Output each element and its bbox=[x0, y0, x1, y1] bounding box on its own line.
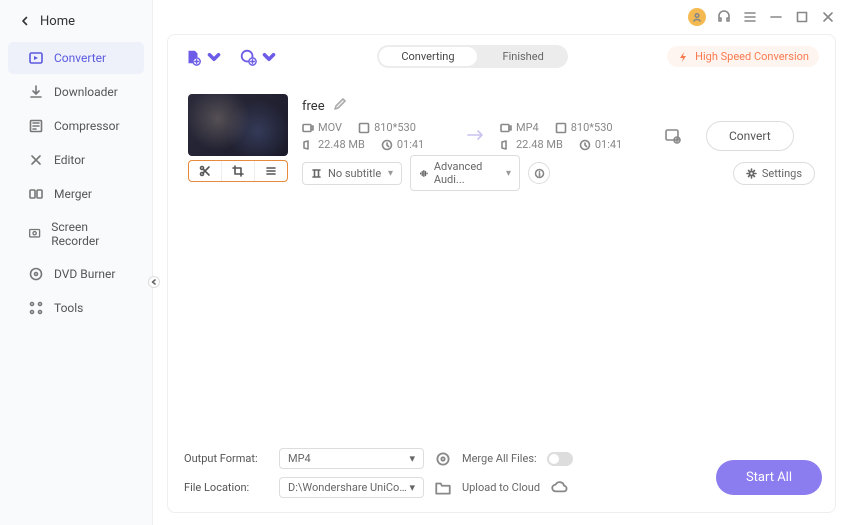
output-settings-icon[interactable] bbox=[664, 127, 682, 145]
user-avatar-icon[interactable] bbox=[688, 8, 706, 26]
downloader-icon bbox=[28, 84, 44, 100]
headset-icon[interactable] bbox=[716, 9, 732, 25]
sidebar-home-label: Home bbox=[40, 14, 75, 29]
sidebar-item-downloader[interactable]: Downloader bbox=[8, 76, 144, 108]
file-location-label: File Location: bbox=[184, 481, 269, 494]
compressor-icon bbox=[28, 118, 44, 134]
settings-button[interactable]: Settings bbox=[733, 162, 815, 185]
start-all-button[interactable]: Start All bbox=[716, 460, 822, 495]
dst-size: 22.48 MB bbox=[516, 138, 563, 151]
audio-select[interactable]: Advanced Audi... ▾ bbox=[410, 155, 520, 191]
card-header: Converting Finished High Speed Conversio… bbox=[168, 35, 835, 78]
crop-button[interactable] bbox=[221, 161, 254, 181]
menu-icon[interactable] bbox=[742, 9, 758, 25]
sidebar-item-label: DVD Burner bbox=[54, 267, 115, 281]
sidebar-item-tools[interactable]: Tools bbox=[8, 292, 144, 324]
tab-converting[interactable]: Converting bbox=[379, 47, 476, 66]
merge-toggle[interactable] bbox=[547, 452, 573, 466]
high-speed-badge[interactable]: High Speed Conversion bbox=[667, 46, 819, 67]
sidebar-home[interactable]: Home bbox=[0, 0, 152, 41]
output-format-label: Output Format: bbox=[184, 452, 269, 465]
open-folder-icon[interactable] bbox=[434, 479, 452, 497]
dvd-burner-icon bbox=[28, 266, 44, 282]
close-icon[interactable] bbox=[820, 9, 836, 25]
sidebar-item-label: Screen Recorder bbox=[51, 220, 124, 248]
sidebar-item-label: Tools bbox=[54, 301, 83, 315]
status-tabs: Converting Finished bbox=[377, 45, 567, 68]
add-file-button[interactable] bbox=[184, 48, 223, 66]
src-resolution: 810*530 bbox=[374, 121, 416, 134]
dst-resolution: 810*530 bbox=[571, 121, 613, 134]
sidebar-item-screen-recorder[interactable]: Screen Recorder bbox=[8, 212, 144, 256]
dst-format: MP4 bbox=[516, 121, 539, 134]
effects-button[interactable] bbox=[254, 161, 287, 181]
minimize-icon[interactable] bbox=[768, 9, 784, 25]
back-icon bbox=[20, 15, 30, 29]
settings-label: Settings bbox=[762, 167, 802, 180]
video-thumbnail[interactable] bbox=[188, 94, 288, 156]
arrow-icon bbox=[466, 126, 486, 147]
sidebar-item-label: Converter bbox=[54, 51, 106, 65]
cloud-icon[interactable] bbox=[550, 479, 568, 497]
output-settings-icon[interactable] bbox=[434, 450, 452, 468]
sidebar: Home Converter Downloader Compressor Edi… bbox=[0, 0, 153, 525]
output-format-select[interactable]: MP4 ▾ bbox=[279, 448, 424, 469]
titlebar bbox=[153, 0, 850, 34]
maximize-icon[interactable] bbox=[794, 9, 810, 25]
sidebar-item-editor[interactable]: Editor bbox=[8, 144, 144, 176]
video-name: free bbox=[302, 99, 325, 114]
video-item: free MOV 810*530 22.48 MB 01:41 bbox=[184, 90, 819, 195]
editor-icon bbox=[28, 152, 44, 168]
src-duration: 01:41 bbox=[397, 138, 424, 151]
upload-label: Upload to Cloud bbox=[462, 481, 540, 494]
convert-button[interactable]: Convert bbox=[706, 121, 794, 151]
trim-button[interactable] bbox=[189, 161, 221, 181]
rename-icon[interactable] bbox=[333, 98, 346, 115]
file-location-select[interactable]: D:\Wondershare UniConverter 1 ▾ bbox=[279, 477, 424, 498]
sidebar-item-compressor[interactable]: Compressor bbox=[8, 110, 144, 142]
audio-label: Advanced Audi... bbox=[434, 160, 500, 186]
sidebar-item-label: Downloader bbox=[54, 85, 118, 99]
main: Converting Finished High Speed Conversio… bbox=[153, 0, 850, 525]
converter-icon bbox=[28, 50, 44, 66]
sidebar-item-merger[interactable]: Merger bbox=[8, 178, 144, 210]
sidebar-collapse-button[interactable] bbox=[148, 276, 160, 288]
src-format: MOV bbox=[318, 121, 342, 134]
tools-icon bbox=[28, 300, 44, 316]
sidebar-item-dvd-burner[interactable]: DVD Burner bbox=[8, 258, 144, 290]
content-card: Converting Finished High Speed Conversio… bbox=[167, 34, 836, 513]
add-url-button[interactable] bbox=[239, 48, 278, 66]
src-size: 22.48 MB bbox=[318, 138, 365, 151]
tab-finished[interactable]: Finished bbox=[479, 45, 568, 68]
file-location-value: D:\Wondershare UniConverter 1 bbox=[288, 481, 409, 494]
screen-recorder-icon bbox=[28, 226, 41, 242]
merge-label: Merge All Files: bbox=[462, 452, 537, 465]
output-format-value: MP4 bbox=[288, 452, 311, 465]
merger-icon bbox=[28, 186, 44, 202]
thumbnail-tools bbox=[188, 160, 288, 182]
sidebar-item-label: Editor bbox=[54, 153, 85, 167]
sidebar-item-converter[interactable]: Converter bbox=[8, 42, 144, 74]
info-icon[interactable] bbox=[528, 162, 550, 184]
subtitle-label: No subtitle bbox=[328, 167, 381, 180]
sidebar-item-label: Merger bbox=[54, 187, 92, 201]
dst-duration: 01:41 bbox=[595, 138, 622, 151]
subtitle-select[interactable]: No subtitle ▾ bbox=[302, 162, 402, 185]
sidebar-item-label: Compressor bbox=[54, 119, 120, 133]
speed-badge-label: High Speed Conversion bbox=[695, 50, 809, 63]
